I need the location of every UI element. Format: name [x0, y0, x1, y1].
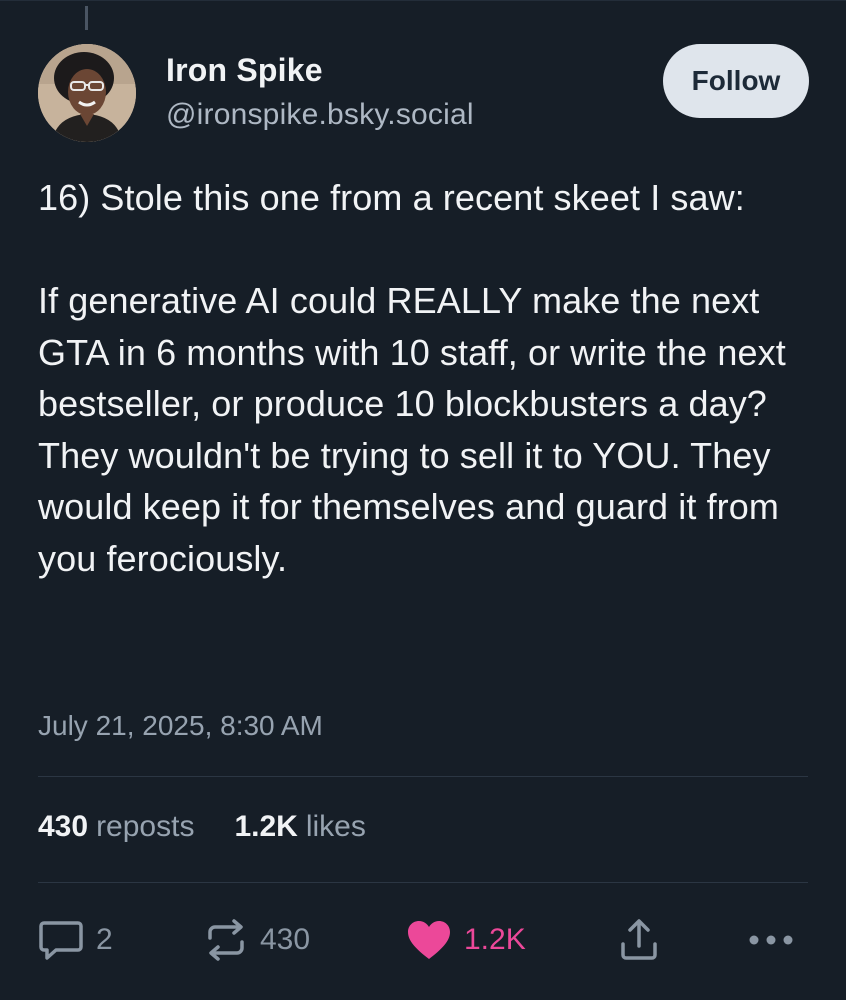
avatar[interactable]: [38, 44, 136, 142]
likes-label: likes: [305, 810, 366, 843]
reply-icon: [38, 919, 84, 961]
reply-count: 2: [96, 923, 113, 956]
divider: [38, 776, 808, 777]
repost-button[interactable]: 430: [204, 910, 310, 970]
more-options-button[interactable]: [748, 910, 794, 970]
likes-stat[interactable]: 1.2K likes: [234, 810, 365, 844]
repost-count: 430: [260, 923, 311, 956]
engagement-stats: 430 reposts 1.2K likes: [38, 810, 366, 844]
author-display-name[interactable]: Iron Spike: [166, 52, 323, 89]
avatar-photo-icon: [38, 44, 136, 142]
post-actions: 2 430 1.2K: [38, 910, 808, 970]
divider: [38, 882, 808, 883]
thread-connector-line: [85, 6, 88, 30]
like-count: 1.2K: [464, 923, 526, 956]
top-divider: [0, 0, 846, 1]
more-horizontal-icon: [748, 934, 794, 946]
reposts-count: 430: [38, 810, 89, 843]
heart-icon: [406, 919, 452, 961]
post-text: 16) Stole this one from a recent skeet I…: [38, 177, 786, 579]
reposts-label: reposts: [96, 810, 195, 843]
share-button[interactable]: [618, 910, 660, 970]
post-timestamp[interactable]: July 21, 2025, 8:30 AM: [38, 710, 323, 742]
likes-count: 1.2K: [234, 810, 298, 843]
post-thread-view: Iron Spike @ironspike.bsky.social Follow…: [0, 0, 846, 1000]
author-handle[interactable]: @ironspike.bsky.social: [166, 98, 474, 132]
reposts-stat[interactable]: 430 reposts: [38, 810, 194, 844]
follow-button[interactable]: Follow: [663, 44, 809, 118]
repost-icon: [204, 918, 248, 962]
like-button[interactable]: 1.2K: [406, 910, 526, 970]
share-icon: [618, 918, 660, 962]
reply-button[interactable]: 2: [38, 910, 113, 970]
